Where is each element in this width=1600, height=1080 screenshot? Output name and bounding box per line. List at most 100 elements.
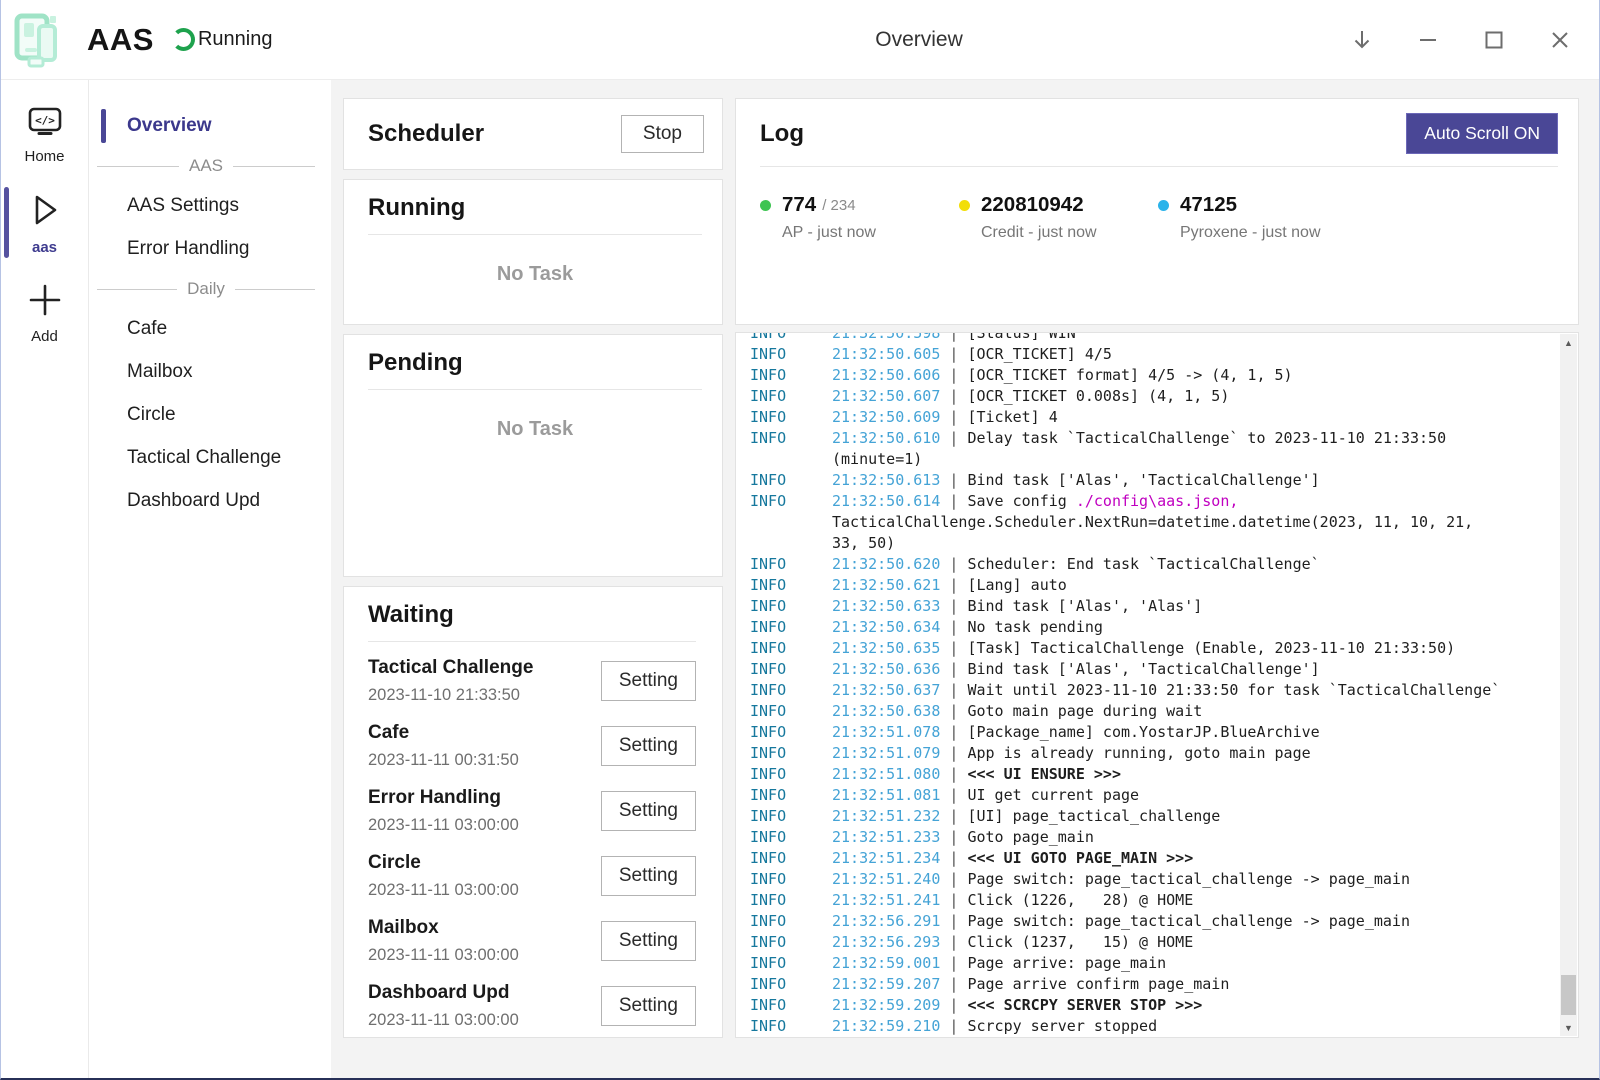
stat-top: 774/ 234	[760, 193, 959, 217]
log-message: 21:32:50.637 | Wait until 2023-11-10 21:…	[832, 680, 1505, 701]
minimize-button[interactable]	[1415, 27, 1441, 53]
app-window: AAS Running Overview </>Home aas Add Overv…	[0, 0, 1600, 1080]
log-separator: |	[940, 618, 967, 636]
log-scrollbar[interactable]: ▲ ▼	[1560, 334, 1577, 1036]
log-level: INFO	[750, 596, 832, 617]
stop-button[interactable]: Stop	[621, 115, 704, 153]
log-separator: |	[940, 681, 967, 699]
log-level: INFO	[750, 407, 832, 428]
log-entry: INFO21:32:51.079 | App is already runnin…	[750, 743, 1578, 764]
nav-item-mailbox[interactable]: Mailbox	[89, 352, 331, 392]
log-timestamp: 21:32:50.621	[832, 576, 940, 594]
waiting-card: Waiting Tactical Challenge2023-11-10 21:…	[343, 586, 723, 1038]
log-timestamp: 21:32:59.207	[832, 975, 940, 993]
log-entry: INFO21:32:59.001 | Page arrive: page_mai…	[750, 953, 1578, 974]
log-message: 21:32:51.078 | [Package_name] com.Yostar…	[832, 722, 1505, 743]
nav-item-aas-settings[interactable]: AAS Settings	[89, 186, 331, 226]
log-entry: INFO21:32:56.293 | Click (1237, 15) @ HO…	[750, 932, 1578, 953]
log-level: INFO	[750, 974, 832, 995]
task-setting-button[interactable]: Setting	[601, 661, 696, 701]
close-button[interactable]	[1547, 27, 1573, 53]
maximize-button[interactable]	[1481, 27, 1507, 53]
log-message: 21:32:51.079 | App is already running, g…	[832, 743, 1505, 764]
log-level: INFO	[750, 575, 832, 596]
rail-item-add[interactable]: Add	[1, 276, 88, 349]
waiting-task-row: Circle2023-11-11 03:00:00Setting	[368, 850, 696, 902]
page-title: Overview	[875, 28, 963, 52]
log-level: INFO	[750, 386, 832, 407]
stat-dot-icon	[1158, 200, 1169, 211]
stat-top: 47125	[1158, 193, 1357, 217]
log-level: INFO	[750, 428, 832, 470]
log-message: 21:32:51.241 | Click (1226, 28) @ HOME	[832, 890, 1505, 911]
nav-item-tactical-challenge[interactable]: Tactical Challenge	[89, 438, 331, 478]
log-entry: INFO21:32:50.598 | [Status] WIN	[750, 332, 1578, 344]
task-next-run-time: 2023-11-11 03:00:00	[368, 816, 519, 835]
log-message: 21:32:51.232 | [UI] page_tactical_challe…	[832, 806, 1505, 827]
log-message: 21:32:51.080 | <<< UI ENSURE >>>	[832, 764, 1505, 785]
log-message: 21:32:51.240 | Page switch: page_tactica…	[832, 869, 1505, 890]
resource-stats: 774/ 234AP - just now220810942Credit - j…	[760, 193, 1558, 242]
rail-item-home[interactable]: </>Home	[1, 100, 88, 169]
log-message: 21:32:50.636 | Bind task ['Alas', 'Tacti…	[832, 659, 1505, 680]
log-separator: |	[940, 765, 967, 783]
rail-item-aas[interactable]: aas	[1, 185, 88, 260]
nav-item-circle[interactable]: Circle	[89, 395, 331, 435]
log-timestamp: 21:32:50.636	[832, 660, 940, 678]
waiting-task-list: Tactical Challenge2023-11-10 21:33:50Set…	[368, 655, 696, 1032]
log-message: 21:32:50.609 | [Ticket] 4	[832, 407, 1505, 428]
log-message: 21:32:50.633 | Bind task ['Alas', 'Alas'…	[832, 596, 1505, 617]
log-separator: |	[940, 870, 967, 888]
log-message: 21:32:51.233 | Goto page_main	[832, 827, 1505, 848]
task-setting-button[interactable]: Setting	[601, 986, 696, 1026]
log-level: INFO	[750, 722, 832, 743]
scheduler-status: Running	[198, 28, 273, 51]
resource-stat: 220810942Credit - just now	[959, 193, 1158, 242]
log-entry: INFO21:32:50.613 | Bind task ['Alas', 'T…	[750, 470, 1578, 491]
auto-scroll-button[interactable]: Auto Scroll ON	[1406, 113, 1558, 154]
update-download-icon[interactable]	[1349, 27, 1375, 53]
log-entry: INFO21:32:50.606 | [OCR_TICKET format] 4…	[750, 365, 1578, 386]
task-setting-button[interactable]: Setting	[601, 856, 696, 896]
resource-stat: 47125Pyroxene - just now	[1158, 193, 1357, 242]
stat-suffix: / 234	[822, 197, 855, 214]
nav-item-error-handling[interactable]: Error Handling	[89, 229, 331, 269]
stat-dot-icon	[760, 200, 771, 211]
log-entry: INFO21:32:50.634 | No task pending	[750, 617, 1578, 638]
task-info: Dashboard Upd2023-11-11 03:00:00	[368, 982, 519, 1030]
log-level: INFO	[750, 890, 832, 911]
log-timestamp: 21:32:50.633	[832, 597, 940, 615]
log-entry: INFO21:32:59.210 | Scrcpy server stopped	[750, 1016, 1578, 1037]
log-separator: |	[940, 723, 967, 741]
log-message: 21:32:50.607 | [OCR_TICKET 0.008s] (4, 1…	[832, 386, 1505, 407]
stat-value: 47125	[1180, 193, 1237, 217]
task-next-run-time: 2023-11-11 03:00:00	[368, 881, 519, 900]
nav-item-dashboard-upd[interactable]: Dashboard Upd	[89, 481, 331, 521]
task-setting-button[interactable]: Setting	[601, 726, 696, 766]
waiting-task-row: Error Handling 2023-11-11 03:00:00 Setting	[368, 785, 696, 837]
task-info: Cafe2023-11-11 00:31:50	[368, 722, 519, 770]
task-setting-button[interactable]: Setting	[601, 791, 696, 831]
stat-top: 220810942	[959, 193, 1158, 217]
log-timestamp: 21:32:51.234	[832, 849, 940, 867]
log-separator: |	[940, 471, 967, 489]
titlebar: AAS Running Overview	[1, 0, 1599, 80]
nav-item-cafe[interactable]: Cafe	[89, 309, 331, 349]
scroll-down-icon[interactable]: ▼	[1560, 1019, 1577, 1036]
log-level: INFO	[750, 785, 832, 806]
nav-group-divider: AAS	[97, 156, 315, 176]
log-entry: INFO21:32:50.605 | [OCR_TICKET] 4/5	[750, 344, 1578, 365]
log-entry: INFO21:32:50.633 | Bind task ['Alas', 'A…	[750, 596, 1578, 617]
log-level: INFO	[750, 554, 832, 575]
waiting-title: Waiting	[368, 601, 696, 629]
log-timestamp: 21:32:50.609	[832, 408, 940, 426]
scroll-up-icon[interactable]: ▲	[1560, 334, 1577, 351]
log-separator: |	[940, 429, 967, 447]
task-name: Error Handling	[368, 787, 519, 809]
task-setting-button[interactable]: Setting	[601, 921, 696, 961]
log-separator: |	[940, 366, 967, 384]
log-separator: |	[940, 387, 967, 405]
scrollbar-thumb[interactable]	[1561, 975, 1576, 1015]
nav-item-overview[interactable]: Overview	[89, 106, 331, 146]
scheduler-card: Scheduler Stop	[343, 98, 723, 170]
